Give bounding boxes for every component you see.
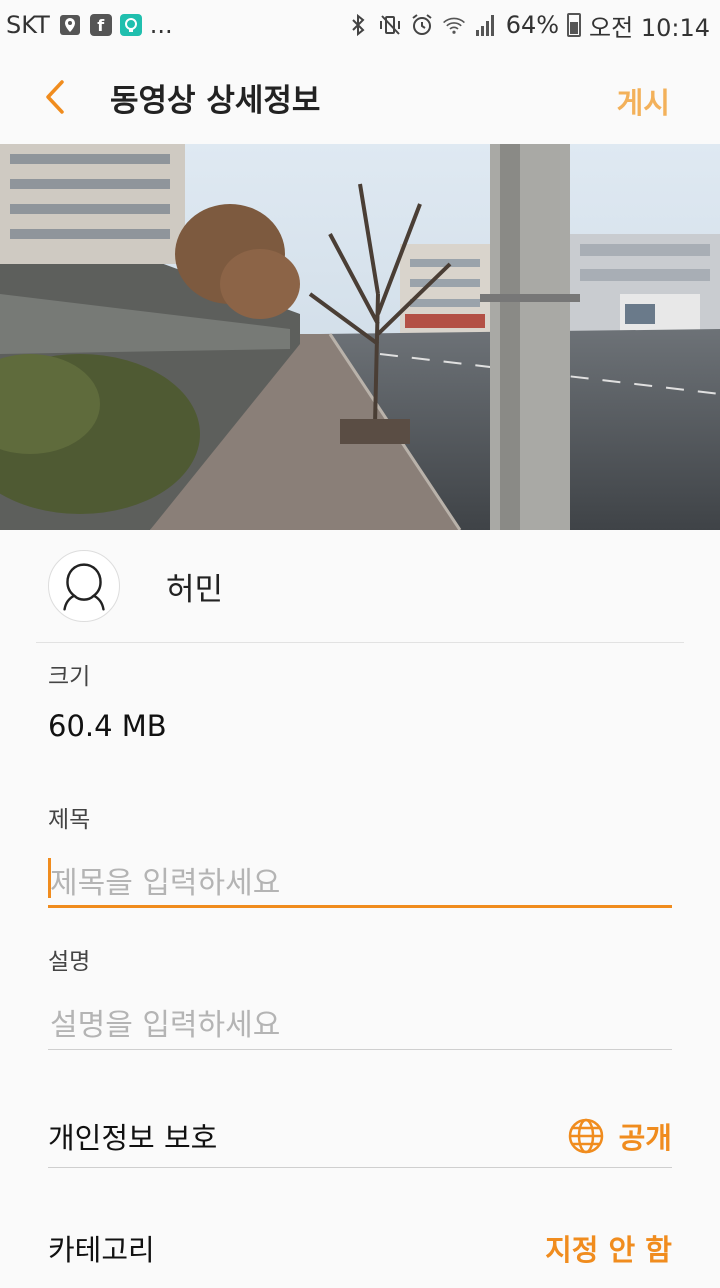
more-notifications: ... [149, 11, 173, 39]
signal-icon [474, 13, 498, 37]
title-underline [48, 905, 672, 908]
post-button[interactable]: 게시 [617, 80, 670, 122]
alarm-icon [410, 13, 434, 37]
wifi-icon [442, 13, 466, 37]
carrier-label: SKT [6, 11, 50, 39]
category-row[interactable]: 카테고리 지정 안 함 [48, 1208, 672, 1288]
privacy-row[interactable]: 개인정보 보호 공개 [48, 1096, 672, 1176]
video-preview[interactable] [0, 144, 720, 530]
video-thumbnail-image [0, 144, 720, 530]
facebook-notification-icon: f [89, 14, 112, 36]
category-value[interactable]: 지정 안 함 [545, 1227, 672, 1269]
category-label: 카테고리 [48, 1233, 155, 1267]
chevron-left-icon [46, 80, 64, 114]
page-title: 동영상 상세정보 [110, 82, 321, 119]
title-placeholder: 제목을 입력하세요 [50, 866, 281, 901]
profile-name: 허민 [166, 571, 224, 608]
size-label: 크기 [48, 664, 91, 690]
app-bar: 동영상 상세정보 게시 [0, 50, 720, 144]
privacy-value-text: 공개 [618, 1121, 672, 1155]
battery-percent: 64% [505, 11, 560, 39]
bluetooth-icon [346, 13, 370, 37]
divider [48, 1167, 672, 1168]
size-value: 60.4 MB [48, 709, 167, 743]
privacy-label: 개인정보 보호 [48, 1121, 218, 1155]
divider [36, 642, 684, 643]
text-cursor [48, 858, 51, 898]
profile-row: 허민 [0, 530, 720, 642]
description-input[interactable]: 설명을 입력하세요 [48, 990, 672, 1050]
status-bar: SKT f ... 64% 오전 10:14 [0, 0, 720, 50]
title-label: 제목 [48, 807, 91, 833]
status-bar-right: 64% 오전 10:14 [346, 8, 710, 43]
back-button[interactable] [0, 50, 110, 144]
vibrate-mute-icon [378, 13, 402, 37]
title-input[interactable]: 제목을 입력하세요 [48, 848, 672, 908]
user-silhouette-icon [63, 563, 105, 611]
maps-notification-icon [58, 13, 82, 37]
description-label: 설명 [48, 949, 91, 975]
status-bar-left: SKT f ... [6, 11, 173, 39]
description-underline [48, 1049, 672, 1050]
description-placeholder: 설명을 입력하세요 [50, 1008, 281, 1043]
avatar [48, 550, 120, 622]
privacy-value[interactable]: 공개 [567, 1115, 672, 1157]
clock: 오전 10:14 [589, 13, 710, 42]
app-notification-icon [119, 14, 142, 36]
globe-icon [568, 1118, 603, 1154]
battery-icon [567, 13, 582, 37]
